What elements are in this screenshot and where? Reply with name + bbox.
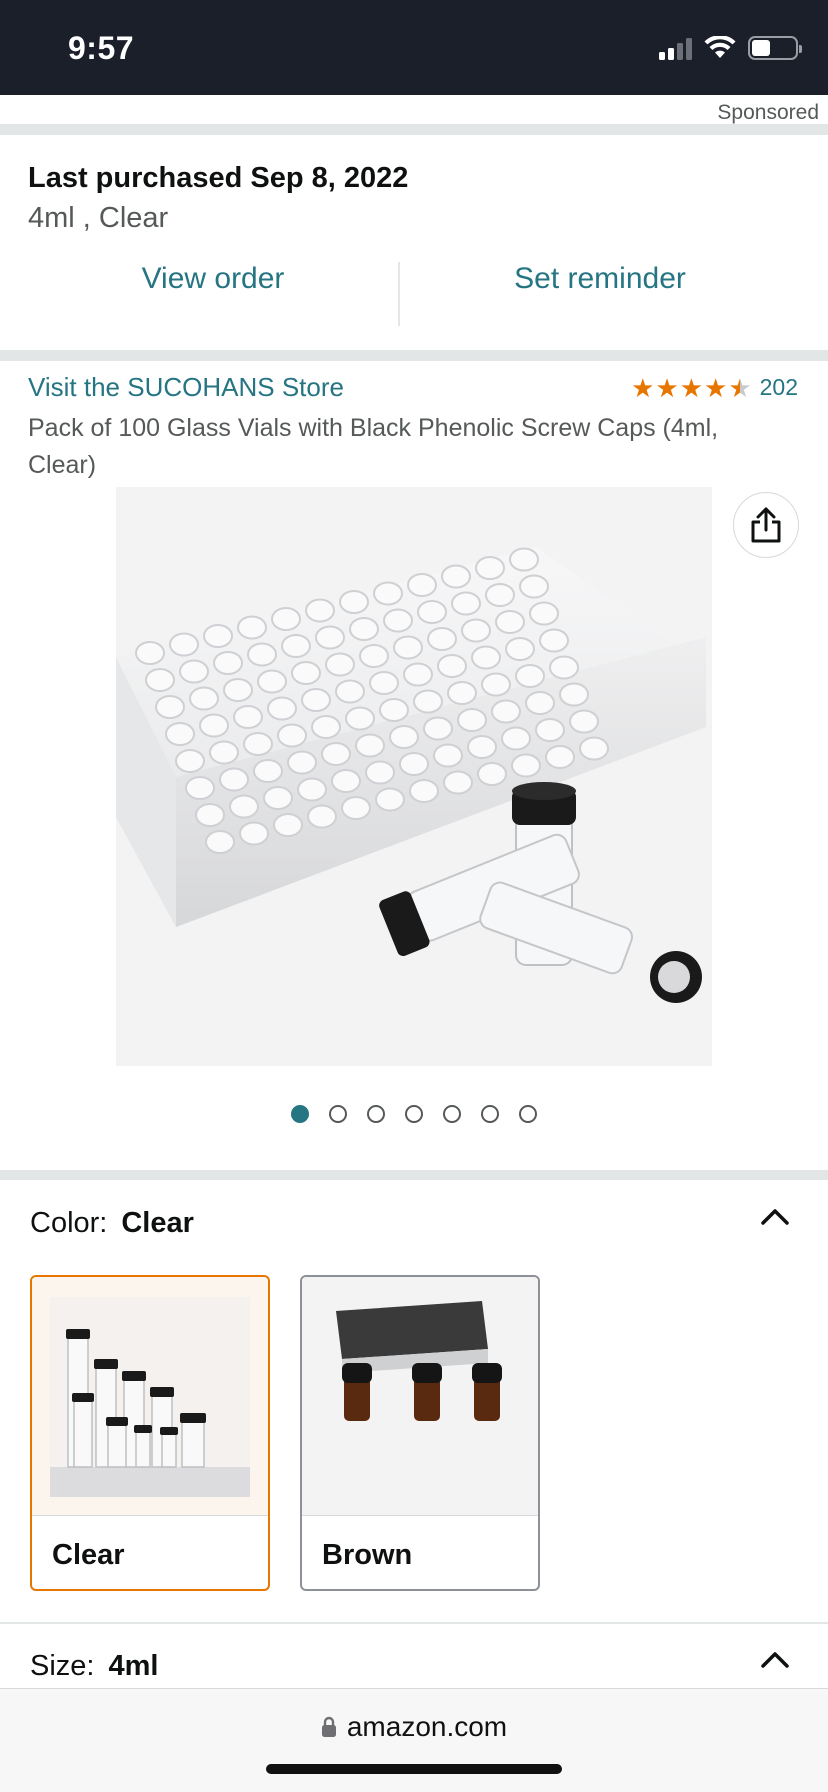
color-option-brown[interactable]: Brown [300, 1275, 540, 1591]
color-label: Color: Clear [30, 1207, 194, 1240]
share-button[interactable] [733, 492, 799, 558]
browser-url-bar[interactable]: amazon.com [0, 1688, 828, 1792]
url-text: amazon.com [346, 1711, 508, 1742]
image-carousel-indicator[interactable] [0, 1105, 828, 1123]
color-label-text: Color: [30, 1207, 108, 1239]
view-order-link[interactable]: View order [13, 262, 413, 296]
carousel-dot[interactable] [329, 1105, 347, 1123]
star-icon: ★ [655, 372, 679, 403]
section-divider [0, 350, 828, 361]
size-selected-value: 4ml [108, 1650, 159, 1682]
star-icon: ★ [631, 372, 655, 403]
size-label-text: Size: [30, 1650, 95, 1682]
carousel-dot[interactable] [519, 1105, 537, 1123]
carousel-dot[interactable] [291, 1105, 309, 1123]
battery-icon [748, 36, 802, 60]
store-link[interactable]: Visit the SUCOHANS Store [28, 372, 344, 403]
vials-tray-illustration [116, 487, 712, 1066]
status-icons [659, 34, 802, 62]
product-title: Pack of 100 Glass Vials with Black Pheno… [28, 414, 719, 479]
wifi-icon [704, 36, 736, 58]
section-divider [0, 124, 828, 135]
rating[interactable]: ★ ★ ★ ★ ★ 202 [631, 374, 798, 401]
color-option-label: Clear [52, 1539, 125, 1571]
carousel-dot[interactable] [405, 1105, 423, 1123]
chevron-up-icon[interactable] [758, 1643, 792, 1677]
swatch-separator [302, 1515, 538, 1516]
home-indicator[interactable] [266, 1764, 562, 1774]
product-image[interactable] [116, 487, 712, 1066]
color-option-thumbnail [302, 1277, 538, 1515]
last-purchased-title: Last purchased Sep 8, 2022 [28, 162, 409, 194]
cellular-signal-icon [659, 36, 692, 60]
color-selected-value: Clear [121, 1207, 194, 1239]
share-icon [751, 507, 781, 543]
carousel-dot[interactable] [481, 1105, 499, 1123]
last-purchased-variant: 4ml , Clear [28, 202, 169, 234]
set-reminder-link[interactable]: Set reminder [400, 262, 800, 296]
rating-stars: ★ ★ ★ ★ ★ [631, 375, 752, 401]
status-time: 9:57 [68, 30, 135, 66]
star-icon: ★ [679, 372, 703, 403]
url-display[interactable]: amazon.com [0, 1711, 828, 1743]
sponsored-label: Sponsored [717, 101, 819, 124]
lock-icon [321, 1716, 336, 1737]
color-option-clear[interactable]: Clear [30, 1275, 270, 1591]
size-label: Size: 4ml [30, 1650, 158, 1683]
color-option-thumbnail [32, 1277, 268, 1515]
rating-count[interactable]: 202 [760, 374, 798, 401]
section-divider [0, 1622, 828, 1624]
swatch-separator [32, 1515, 268, 1516]
carousel-dot[interactable] [367, 1105, 385, 1123]
carousel-dot[interactable] [443, 1105, 461, 1123]
chevron-up-icon[interactable] [758, 1200, 792, 1234]
color-option-label: Brown [322, 1539, 413, 1571]
status-bar: 9:57 [0, 0, 828, 95]
star-icon: ★ [704, 372, 728, 403]
section-divider [0, 1170, 828, 1180]
half-star-icon: ★ [728, 372, 752, 403]
